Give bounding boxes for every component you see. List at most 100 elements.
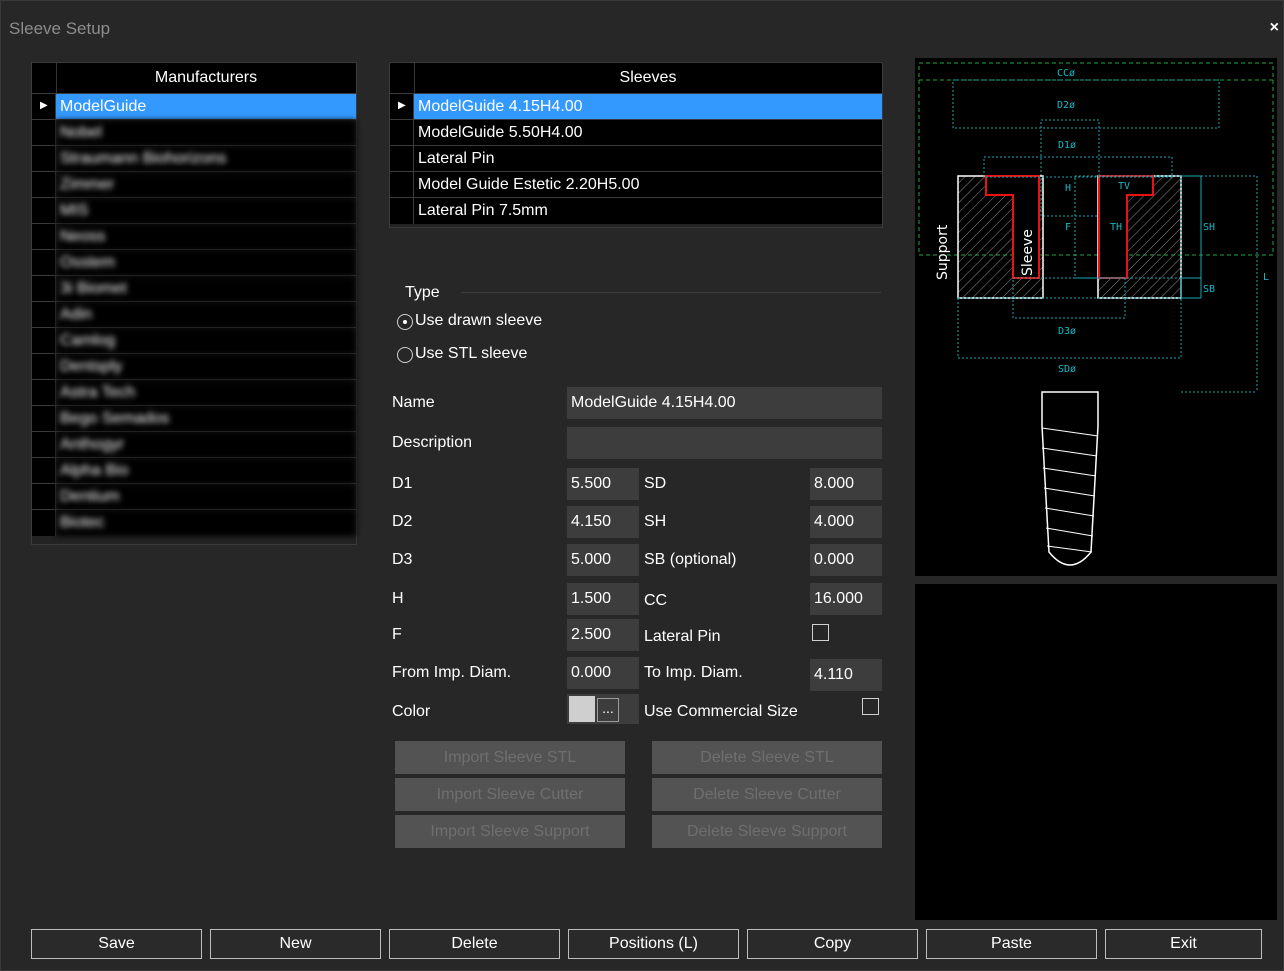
exit-button[interactable]: Exit <box>1105 929 1262 959</box>
manufacturer-row-label: ModelGuide <box>56 94 356 120</box>
save-button[interactable]: Save <box>31 929 202 959</box>
diagram-d2-label: D2ø <box>1057 100 1075 111</box>
sleeve-row[interactable]: Model Guide Estetic 2.20H5.00 <box>390 171 882 198</box>
manufacturer-row-label: Biotec <box>56 510 356 536</box>
stl-preview-panel <box>915 584 1277 920</box>
row-header[interactable] <box>32 328 56 354</box>
manufacturer-row[interactable]: MIS <box>32 197 356 224</box>
use-drawn-sleeve-radio[interactable] <box>397 314 413 330</box>
row-header[interactable] <box>32 354 56 380</box>
type-group-label: Type <box>405 284 440 301</box>
manufacturer-row[interactable]: Bego Semados <box>32 405 356 432</box>
sleeve-row[interactable]: ModelGuide 5.50H4.00 <box>390 119 882 146</box>
manufacturer-row[interactable]: Osstem <box>32 249 356 276</box>
manufacturer-row[interactable]: ▶ ModelGuide <box>32 93 356 120</box>
sleeve-row[interactable]: Lateral Pin <box>390 145 882 172</box>
row-header[interactable]: ▶ <box>390 94 414 120</box>
delete-button[interactable]: Delete <box>389 929 560 959</box>
cc-field[interactable]: 16.000 <box>810 583 882 615</box>
row-header[interactable] <box>32 510 56 536</box>
from-imp-diam-field[interactable]: 0.000 <box>567 657 639 689</box>
manufacturer-row[interactable]: Alpha Bio <box>32 457 356 484</box>
use-stl-sleeve-label[interactable]: Use STL sleeve <box>415 345 527 363</box>
new-button[interactable]: New <box>210 929 381 959</box>
row-header[interactable] <box>390 198 414 224</box>
d1-field[interactable]: 5.500 <box>567 468 639 500</box>
current-row-arrow-icon: ▶ <box>40 100 48 111</box>
manufacturer-row[interactable]: Nobel <box>32 119 356 146</box>
d3-field[interactable]: 5.000 <box>567 544 639 576</box>
copy-button[interactable]: Copy <box>747 929 918 959</box>
row-header[interactable] <box>390 120 414 146</box>
row-header[interactable] <box>32 458 56 484</box>
row-header[interactable] <box>390 172 414 198</box>
color-swatch[interactable] <box>569 696 595 722</box>
row-header[interactable] <box>32 406 56 432</box>
delete-sleeve-stl-button[interactable]: Delete Sleeve STL <box>652 741 882 774</box>
sleeve-row[interactable]: Lateral Pin 7.5mm <box>390 197 882 224</box>
sleeve-row-label: Lateral Pin 7.5mm <box>414 198 882 224</box>
sh-label: SH <box>644 513 667 530</box>
manufacturer-row[interactable]: Neoss <box>32 223 356 250</box>
row-header[interactable] <box>32 302 56 328</box>
manufacturer-row[interactable]: Straumann Biohorizons <box>32 145 356 172</box>
row-header[interactable] <box>32 276 56 302</box>
h-label: H <box>392 590 404 607</box>
color-browse-button[interactable]: ... <box>597 698 619 722</box>
manufacturer-row-label: Osstem <box>56 250 356 276</box>
manufacturer-row[interactable]: Zimmer <box>32 171 356 198</box>
to-imp-diam-field[interactable]: 4.110 <box>810 659 882 691</box>
sb-label: SB (optional) <box>644 551 737 568</box>
import-sleeve-stl-button[interactable]: Import Sleeve STL <box>395 741 625 774</box>
delete-sleeve-cutter-button[interactable]: Delete Sleeve Cutter <box>652 778 882 811</box>
lateral-pin-checkbox[interactable] <box>812 624 829 641</box>
manufacturer-row[interactable]: Astra Tech <box>32 379 356 406</box>
row-header[interactable] <box>32 250 56 276</box>
sd-field[interactable]: 8.000 <box>810 468 882 500</box>
manufacturer-row[interactable]: Dentium <box>32 483 356 510</box>
close-icon[interactable]: × <box>1270 19 1279 37</box>
row-header[interactable] <box>32 198 56 224</box>
row-header[interactable] <box>32 224 56 250</box>
color-picker[interactable]: ... <box>567 694 639 724</box>
diagram-f-label: F <box>1065 222 1071 233</box>
sleeve-row[interactable]: ▶ ModelGuide 4.15H4.00 <box>390 93 882 120</box>
row-header[interactable] <box>32 432 56 458</box>
description-field[interactable] <box>567 427 882 459</box>
current-row-arrow-icon: ▶ <box>398 100 406 111</box>
use-commercial-size-checkbox[interactable] <box>862 698 879 715</box>
h-field[interactable]: 1.500 <box>567 583 639 615</box>
manufacturer-row-label: Alpha Bio <box>56 458 356 484</box>
use-stl-sleeve-radio[interactable] <box>397 347 413 363</box>
import-sleeve-support-button[interactable]: Import Sleeve Support <box>395 815 625 848</box>
manufacturer-row[interactable]: Adin <box>32 301 356 328</box>
positions-button[interactable]: Positions (L) <box>568 929 739 959</box>
f-field[interactable]: 2.500 <box>567 619 639 651</box>
row-header[interactable] <box>32 380 56 406</box>
row-header[interactable]: ▶ <box>32 94 56 120</box>
diagram-sb-label: SB <box>1203 284 1215 295</box>
name-field[interactable]: ModelGuide 4.15H4.00 <box>567 387 882 419</box>
sleeve-row-label: ModelGuide 5.50H4.00 <box>414 120 882 146</box>
sleeve-diagram: CCø D2ø D1ø H TV F TH SH L SB D3ø SDø Su… <box>918 62 1274 566</box>
manufacturer-row-label: Zimmer <box>56 172 356 198</box>
paste-button[interactable]: Paste <box>926 929 1097 959</box>
import-sleeve-cutter-button[interactable]: Import Sleeve Cutter <box>395 778 625 811</box>
manufacturer-row[interactable]: 3i Biomet <box>32 275 356 302</box>
row-header[interactable] <box>32 120 56 146</box>
row-header[interactable] <box>32 484 56 510</box>
sb-field[interactable]: 0.000 <box>810 544 882 576</box>
delete-sleeve-support-button[interactable]: Delete Sleeve Support <box>652 815 882 848</box>
d2-field[interactable]: 4.150 <box>567 506 639 538</box>
use-commercial-size-label: Use Commercial Size <box>644 703 798 720</box>
sh-field[interactable]: 4.000 <box>810 506 882 538</box>
row-header[interactable] <box>390 146 414 172</box>
manufacturer-row-label: Dentsply <box>56 354 356 380</box>
manufacturer-row[interactable]: Anthogyr <box>32 431 356 458</box>
manufacturer-row[interactable]: Camlog <box>32 327 356 354</box>
row-header[interactable] <box>32 146 56 172</box>
row-header[interactable] <box>32 172 56 198</box>
use-drawn-sleeve-label[interactable]: Use drawn sleeve <box>415 312 542 330</box>
manufacturer-row[interactable]: Biotec <box>32 509 356 536</box>
manufacturer-row[interactable]: Dentsply <box>32 353 356 380</box>
